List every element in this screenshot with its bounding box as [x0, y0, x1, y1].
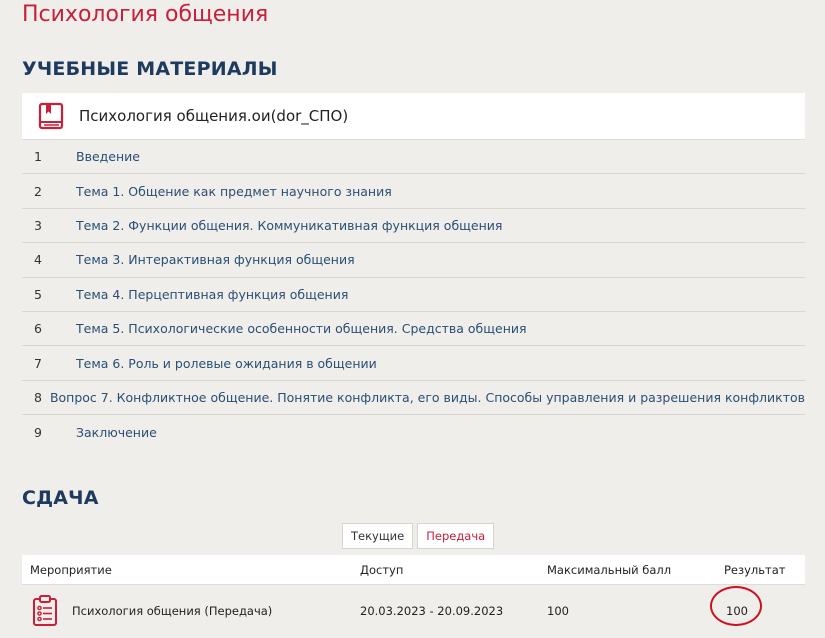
- list-item: 6 Тема 5. Психологические особенности об…: [22, 312, 805, 347]
- page-title: Психология общения: [22, 2, 269, 27]
- material-link-intro[interactable]: Введение: [76, 149, 140, 164]
- material-link-topic-4[interactable]: Тема 4. Перцептивная функция общения: [76, 287, 348, 302]
- item-number: 1: [34, 149, 42, 165]
- list-item: 5 Тема 4. Перцептивная функция общения: [22, 278, 805, 312]
- list-item: 4 Тема 3. Интерактивная функция общения: [22, 243, 805, 278]
- materials-section-title: УЧЕБНЫЕ МАТЕРИАЛЫ: [22, 58, 278, 80]
- col-event-header: Мероприятие: [30, 562, 112, 577]
- tab-current[interactable]: Текущие: [342, 523, 414, 549]
- event-name[interactable]: Психология общения (Передача): [72, 604, 272, 618]
- result-value-wrap: 100: [710, 586, 762, 626]
- sdacha-tabs: Текущие Передача: [342, 523, 495, 549]
- list-item: 8 Вопрос 7. Конфликтное общение. Понятие…: [22, 381, 805, 416]
- course-card[interactable]: Психология общения.ои(dor_СПО): [22, 93, 805, 140]
- access-dates: 20.03.2023 - 20.09.2023: [360, 604, 504, 618]
- item-number: 4: [34, 252, 42, 268]
- clipboard-list-icon: [33, 595, 57, 626]
- material-link-conclusion[interactable]: Заключение: [76, 425, 157, 440]
- results-table: Мероприятие Доступ Максимальный балл Рез…: [22, 555, 805, 637]
- sdacha-section-title: СДАЧА: [22, 487, 99, 509]
- material-link-question-7[interactable]: Вопрос 7. Конфликтное общение. Понятие к…: [50, 390, 805, 405]
- table-row: Психология общения (Передача) 20.03.2023…: [22, 585, 805, 637]
- max-score: 100: [547, 604, 569, 618]
- book-icon: [38, 102, 64, 130]
- material-link-topic-1[interactable]: Тема 1. Общение как предмет научного зна…: [76, 184, 392, 199]
- material-link-topic-6[interactable]: Тема 6. Роль и ролевые ожидания в общени…: [76, 356, 377, 371]
- item-number: 2: [34, 183, 42, 199]
- course-name: Психология общения.ои(dor_СПО): [79, 107, 349, 125]
- material-link-topic-5[interactable]: Тема 5. Психологические особенности обще…: [76, 321, 527, 336]
- item-number: 8: [34, 389, 42, 405]
- event-cell: Психология общения (Передача): [22, 595, 360, 627]
- list-item: 7 Тема 6. Роль и ролевые ожидания в обще…: [22, 346, 805, 381]
- tab-retake[interactable]: Передача: [417, 523, 495, 549]
- col-access-header: Доступ: [360, 562, 404, 577]
- item-number: 6: [34, 321, 42, 337]
- list-item: 2 Тема 1. Общение как предмет научного з…: [22, 174, 805, 209]
- materials-list: 1 Введение 2 Тема 1. Общение как предмет…: [22, 140, 805, 450]
- list-item: 3 Тема 2. Функции общения. Коммуникативн…: [22, 209, 805, 244]
- col-max-score-header: Максимальный балл: [547, 562, 672, 577]
- material-link-topic-2[interactable]: Тема 2. Функции общения. Коммуникативная…: [76, 218, 502, 233]
- item-number: 3: [34, 217, 42, 233]
- col-result-header: Результат: [724, 562, 786, 577]
- table-header: Мероприятие Доступ Максимальный балл Рез…: [22, 555, 805, 585]
- item-number: 9: [34, 424, 42, 440]
- list-item: 1 Введение: [22, 140, 805, 175]
- highlight-circle: [710, 586, 762, 626]
- item-number: 5: [34, 286, 42, 302]
- list-item: 9 Заключение: [22, 415, 805, 449]
- item-number: 7: [34, 355, 42, 371]
- material-link-topic-3[interactable]: Тема 3. Интерактивная функция общения: [76, 252, 355, 267]
- page: Психология общения УЧЕБНЫЕ МАТЕРИАЛЫ Пси…: [0, 0, 825, 638]
- result-cell: 100: [710, 586, 805, 626]
